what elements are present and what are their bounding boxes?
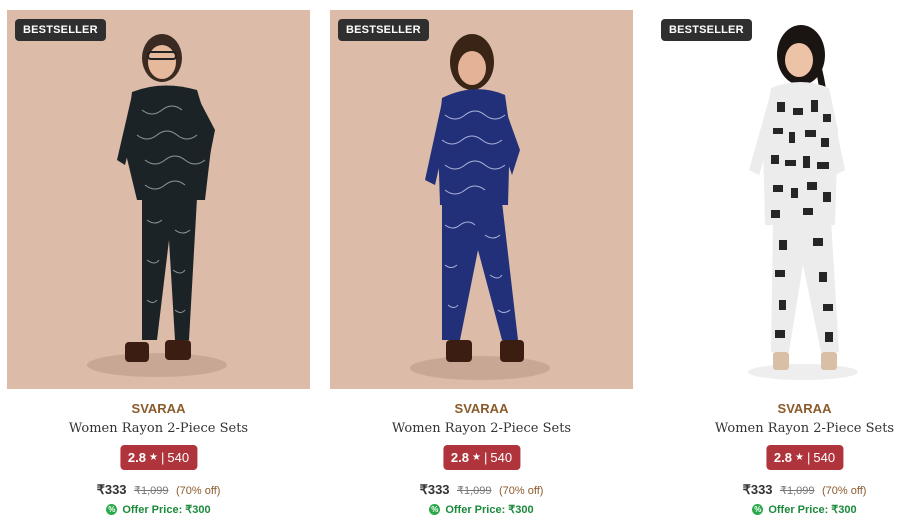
original-price: ₹1,099 (457, 485, 492, 497)
product-card[interactable]: BESTSELLER SVARAA Women Rayon 2-Piece Se… (7, 10, 310, 528)
product-image[interactable]: BESTSELLER (653, 10, 921, 389)
rating-badge: 2.8 ★ | 540 (119, 445, 198, 470)
star-icon: ★ (795, 452, 804, 463)
percent-badge-icon: % (752, 504, 764, 515)
price-row: ₹333 ₹1,099 (70% off) (7, 481, 310, 499)
rating-separator: | (806, 450, 811, 465)
offer-price-row: % Offer Price: ₹300 (7, 503, 310, 516)
brand-name[interactable]: SVARAA (330, 401, 633, 416)
review-count: 540 (167, 450, 190, 465)
product-image[interactable]: BESTSELLER (7, 10, 310, 389)
discount-label: (70% off) (175, 485, 221, 497)
original-price: ₹1,099 (134, 485, 169, 497)
offer-price-row: % Offer Price: ₹300 (653, 503, 921, 516)
bestseller-badge: BESTSELLER (338, 19, 429, 41)
product-card[interactable]: BESTSELLER SVARAA Women Rayon 2-Piece Se… (330, 10, 633, 528)
offer-price: Offer Price: ₹300 (768, 504, 857, 516)
selling-price: ₹333 (419, 482, 450, 497)
rating-badge: 2.8 ★ | 540 (442, 445, 521, 470)
rating-value: 2.8 (450, 450, 470, 465)
star-icon: ★ (149, 452, 158, 463)
price-row: ₹333 ₹1,099 (70% off) (653, 481, 921, 499)
offer-price: Offer Price: ₹300 (122, 504, 211, 516)
bestseller-badge: BESTSELLER (15, 19, 106, 41)
selling-price: ₹333 (96, 482, 127, 497)
product-image[interactable]: BESTSELLER (330, 10, 633, 389)
rating-separator: | (483, 450, 488, 465)
rating-separator: | (160, 450, 165, 465)
review-count: 540 (813, 450, 836, 465)
original-price: ₹1,099 (780, 485, 815, 497)
discount-label: (70% off) (821, 485, 867, 497)
discount-label: (70% off) (498, 485, 544, 497)
product-title[interactable]: Women Rayon 2-Piece Sets (7, 421, 310, 436)
product-card[interactable]: BESTSELLER SVARAA Women Rayon 2-Piece Se… (653, 10, 921, 528)
offer-price-row: % Offer Price: ₹300 (330, 503, 633, 516)
review-count: 540 (490, 450, 513, 465)
bestseller-badge: BESTSELLER (661, 19, 752, 41)
selling-price: ₹333 (742, 482, 773, 497)
offer-price: Offer Price: ₹300 (445, 504, 534, 516)
brand-name[interactable]: SVARAA (653, 401, 921, 416)
product-title[interactable]: Women Rayon 2-Piece Sets (653, 421, 921, 436)
percent-badge-icon: % (429, 504, 441, 515)
rating-value: 2.8 (773, 450, 793, 465)
rating-value: 2.8 (127, 450, 147, 465)
price-row: ₹333 ₹1,099 (70% off) (330, 481, 633, 499)
product-title[interactable]: Women Rayon 2-Piece Sets (330, 421, 633, 436)
percent-badge-icon: % (106, 504, 118, 515)
brand-name[interactable]: SVARAA (7, 401, 310, 416)
rating-badge: 2.8 ★ | 540 (765, 445, 844, 470)
star-icon: ★ (472, 452, 481, 463)
